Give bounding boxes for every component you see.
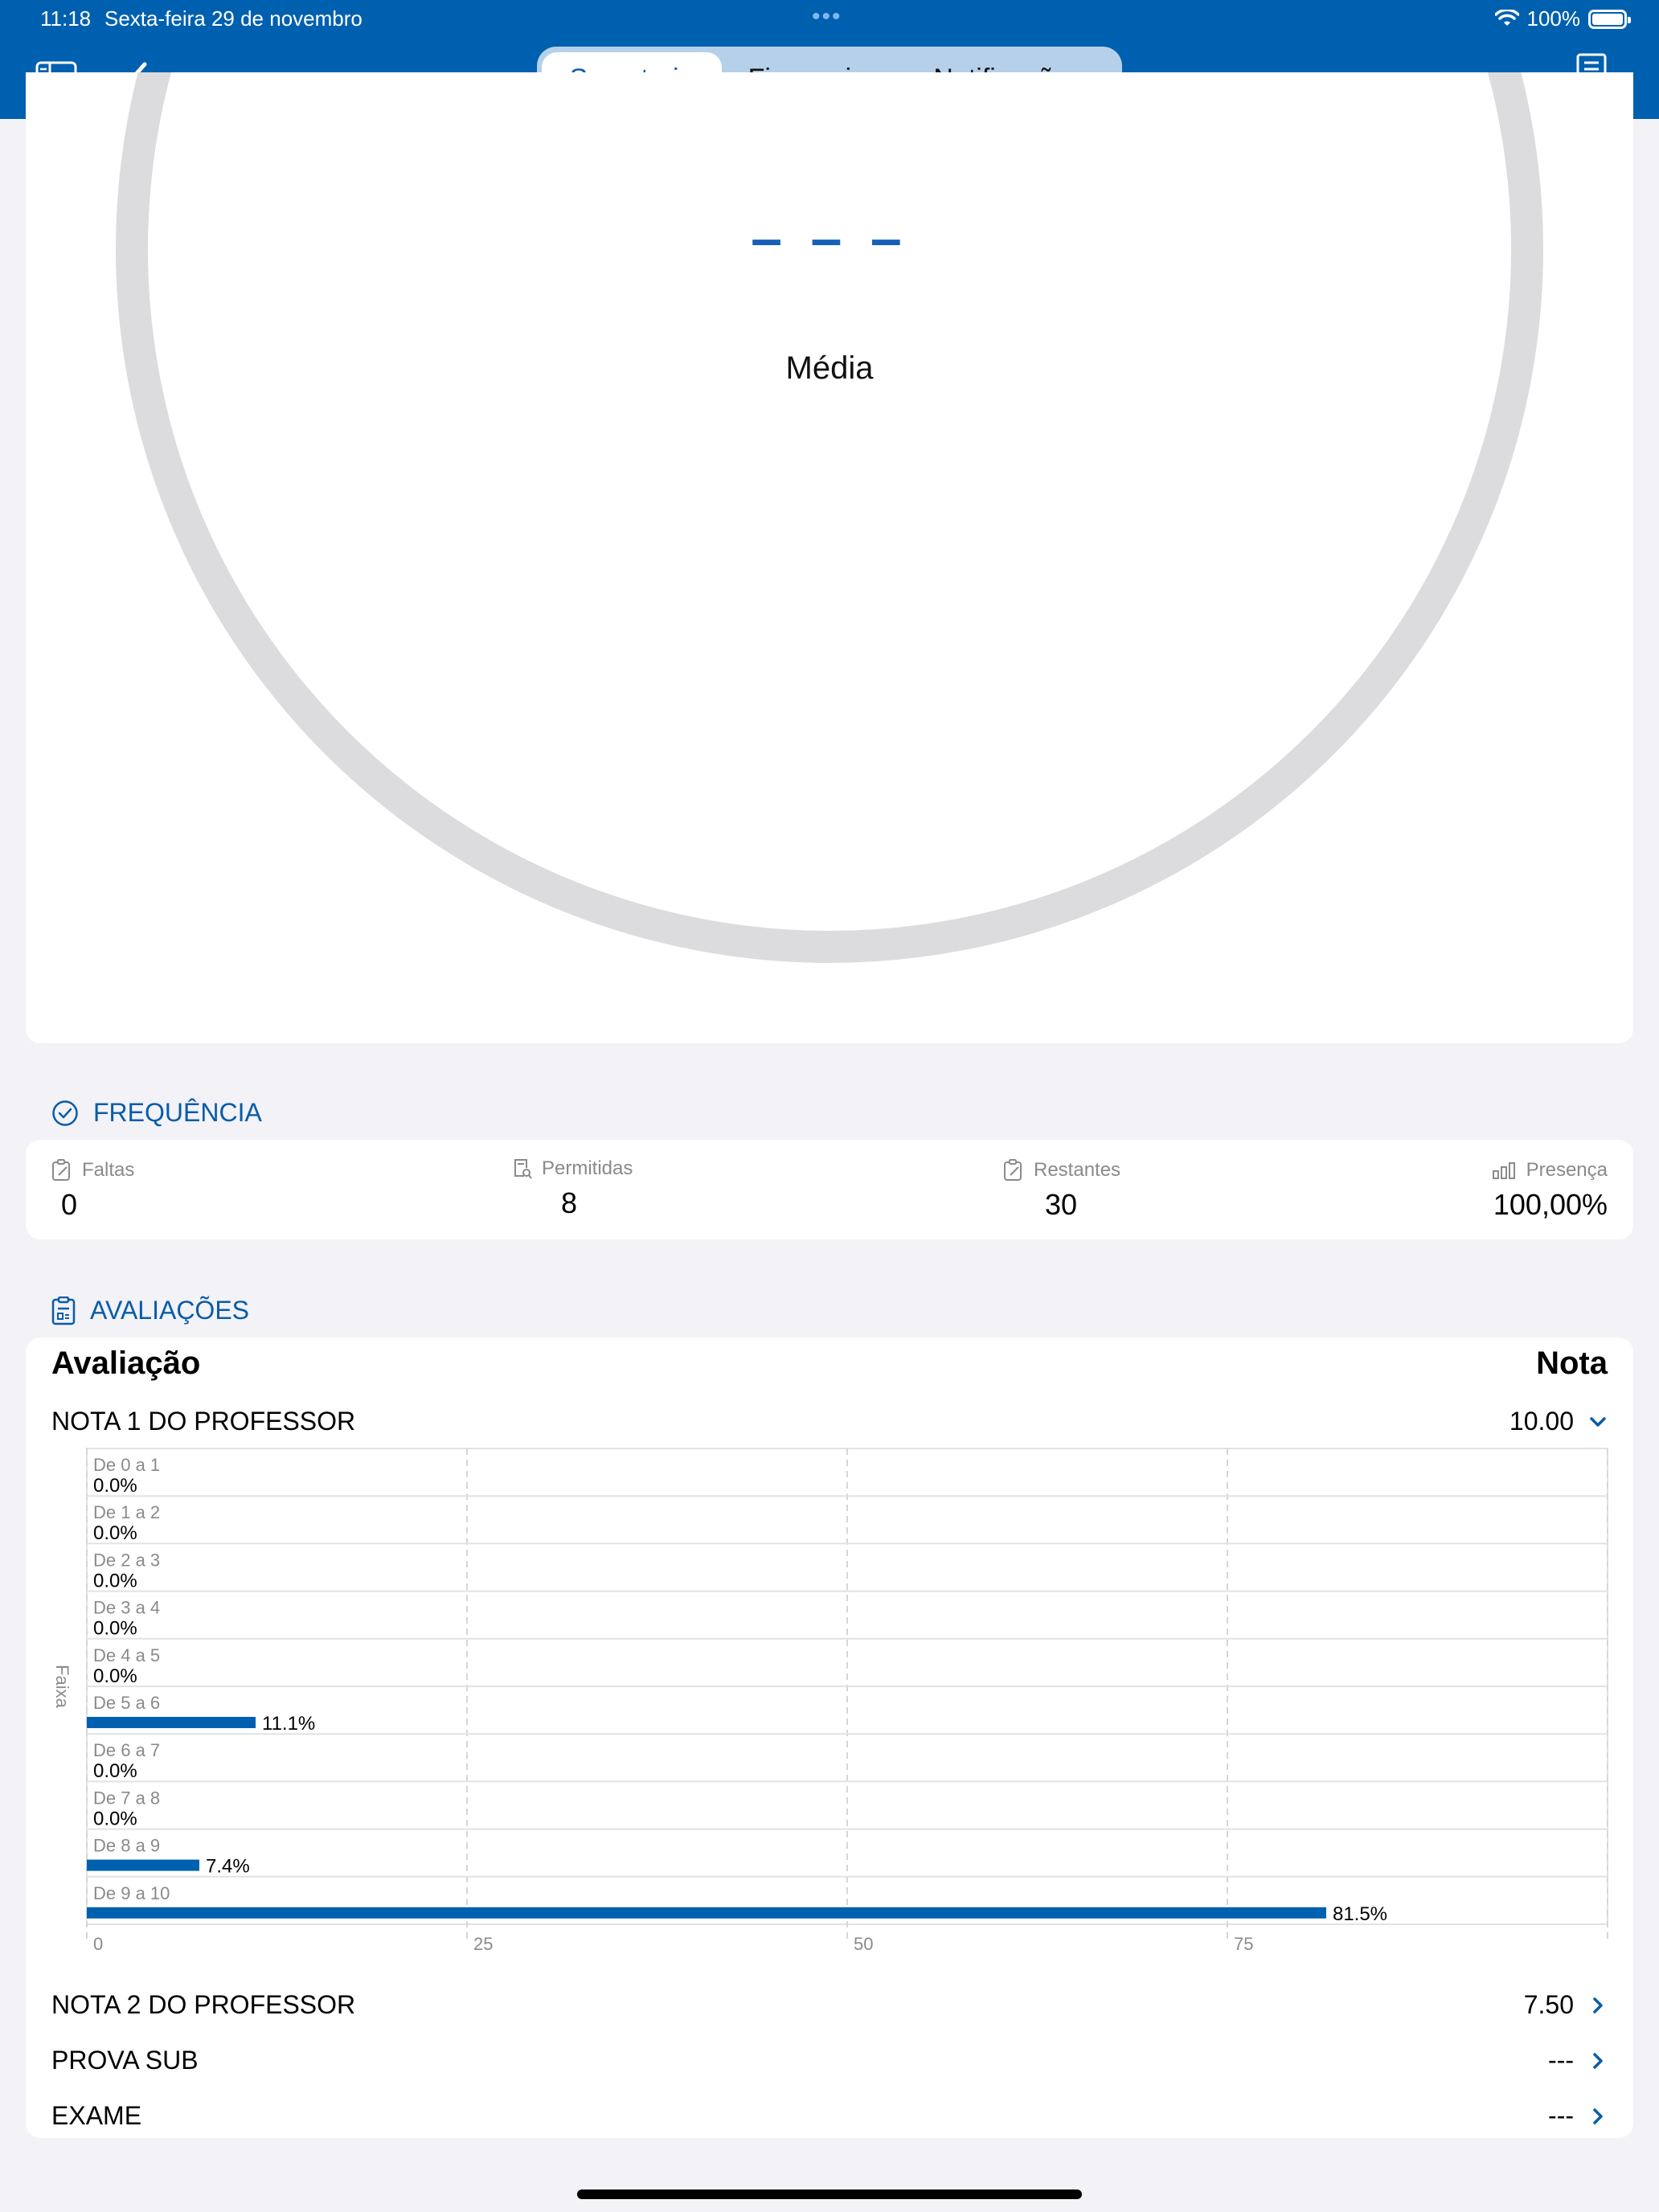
bar-chart-icon — [1492, 1162, 1515, 1179]
col-header-nota: Nota — [1536, 1346, 1608, 1381]
media-value: – – – — [751, 207, 908, 269]
eval-row-grade-1[interactable]: 10.00 — [1509, 1407, 1608, 1436]
chart-category-label: De 9 a 10 — [93, 1883, 170, 1903]
home-indicator[interactable] — [577, 2189, 1082, 2199]
eval-grade-value-4: --- — [1548, 2101, 1574, 2130]
freq-presenca-value: 100,00% — [1493, 1188, 1608, 1221]
freq-presenca-label: Presença — [1526, 1159, 1608, 1181]
status-date: Sexta-feira 29 de novembro — [104, 6, 363, 31]
multitasking-dots-icon[interactable]: ••• — [812, 3, 842, 31]
chart-bar — [87, 1859, 200, 1871]
freq-restantes: Restantes 30 — [1003, 1159, 1120, 1222]
chart-value-label: 0.0% — [93, 1522, 137, 1544]
chart-x-tick-label: 75 — [1234, 1934, 1253, 1954]
freq-faltas: Faltas 0 — [51, 1159, 134, 1222]
freq-permitidas-label: Permitidas — [542, 1157, 633, 1179]
chart-category-label: De 5 a 6 — [93, 1693, 160, 1713]
eval-grade-value-1: 10.00 — [1509, 1407, 1574, 1436]
checkmark-circle-icon — [52, 1100, 78, 1126]
status-time: 11:18 — [40, 6, 92, 31]
chevron-right-icon[interactable] — [1588, 2107, 1608, 2126]
freq-permitidas: Permitidas 8 — [513, 1157, 633, 1220]
avaliacoes-section-header: AVALIAÇÕES — [51, 1296, 249, 1325]
chart-value-label: 0.0% — [93, 1760, 137, 1782]
chart-value-label: 0.0% — [93, 1665, 137, 1687]
chart-value-label: 0.0% — [93, 1475, 137, 1497]
frequencia-title: FREQUÊNCIA — [93, 1098, 262, 1127]
chart-x-tick-label: 50 — [854, 1934, 873, 1954]
eval-grade-value-3: --- — [1548, 2046, 1574, 2075]
eval-row-grade-2[interactable]: 7.50 — [1524, 1990, 1608, 2020]
chart-category-label: De 0 a 1 — [93, 1455, 160, 1475]
eval-row-name-3[interactable]: PROVA SUB — [51, 2046, 199, 2075]
chevron-down-icon[interactable] — [1588, 1412, 1608, 1432]
freq-faltas-label: Faltas — [82, 1159, 135, 1181]
eval-row-name-2[interactable]: NOTA 2 DO PROFESSOR — [51, 1990, 355, 2020]
chart-category-label: De 7 a 8 — [93, 1788, 160, 1808]
wifi-icon — [1494, 9, 1519, 26]
chart-category-label: De 1 a 2 — [93, 1502, 160, 1522]
grade-distribution-chart: 0 25 50 75FaixaDe 0 a 10.0%De 1 a 20.0%De 2… — [52, 1448, 1608, 1954]
chart-value-label: 0.0% — [93, 1808, 137, 1829]
avaliacoes-card: Avaliação Nota NOTA 1 DO PROFESSOR 10.00… — [26, 1337, 1633, 2138]
chart-value-label: 0.0% — [93, 1618, 137, 1640]
eval-row-name-1[interactable]: NOTA 1 DO PROFESSOR — [51, 1407, 355, 1436]
col-header-avaliacao: Avaliação — [51, 1346, 201, 1381]
eval-grade-value-2: 7.50 — [1523, 1990, 1574, 2019]
avaliacoes-title: AVALIAÇÕES — [90, 1296, 249, 1325]
chart-value-label: 11.1% — [262, 1713, 315, 1735]
chart-category-label: De 8 a 9 — [93, 1836, 160, 1856]
chart-value-label: 0.0% — [93, 1570, 137, 1591]
freq-restantes-label: Restantes — [1034, 1159, 1121, 1181]
freq-restantes-value: 30 — [1045, 1188, 1078, 1221]
chevron-right-icon[interactable] — [1588, 1996, 1608, 2015]
media-card: – – – Média — [26, 72, 1633, 1043]
chart-x-tick-label: 25 — [473, 1934, 493, 1954]
chart-bar — [87, 1717, 256, 1728]
eval-row-name-4[interactable]: EXAME — [51, 2101, 141, 2131]
chart-category-label: De 2 a 3 — [93, 1550, 160, 1570]
clipboard-edit-icon — [1004, 1159, 1022, 1181]
status-right: 100% — [1494, 6, 1631, 31]
chart-x-tick-label: 0 — [93, 1934, 103, 1954]
frequencia-section-header: FREQUÊNCIA — [51, 1098, 262, 1128]
frequencia-card: Faltas 0 Permitidas 8 Restantes 30 Prese… — [26, 1140, 1633, 1239]
battery-percent: 100% — [1526, 6, 1581, 31]
chevron-right-icon[interactable] — [1588, 2051, 1608, 2071]
media-label: Média — [785, 350, 874, 386]
grade-report-icon — [51, 1296, 76, 1325]
chart-value-label: 81.5% — [1333, 1903, 1387, 1925]
freq-permitidas-value: 8 — [561, 1186, 578, 1219]
chart-category-label: De 3 a 4 — [93, 1598, 160, 1618]
chart-y-axis-title: Faixa — [52, 1665, 72, 1709]
chart-value-label: 7.4% — [206, 1856, 250, 1878]
battery-icon — [1588, 9, 1631, 29]
chart-category-label: De 4 a 5 — [93, 1645, 160, 1665]
chart-bar — [87, 1907, 1326, 1919]
eval-row-grade-3[interactable]: --- — [1548, 2046, 1608, 2075]
freq-faltas-value: 0 — [61, 1188, 78, 1221]
document-search-icon — [514, 1159, 532, 1179]
chart-category-label: De 6 a 7 — [93, 1740, 160, 1760]
freq-presenca: Presença 100,00% — [1492, 1159, 1608, 1222]
eval-row-grade-4[interactable]: --- — [1548, 2101, 1608, 2131]
clipboard-edit-icon — [52, 1159, 70, 1181]
